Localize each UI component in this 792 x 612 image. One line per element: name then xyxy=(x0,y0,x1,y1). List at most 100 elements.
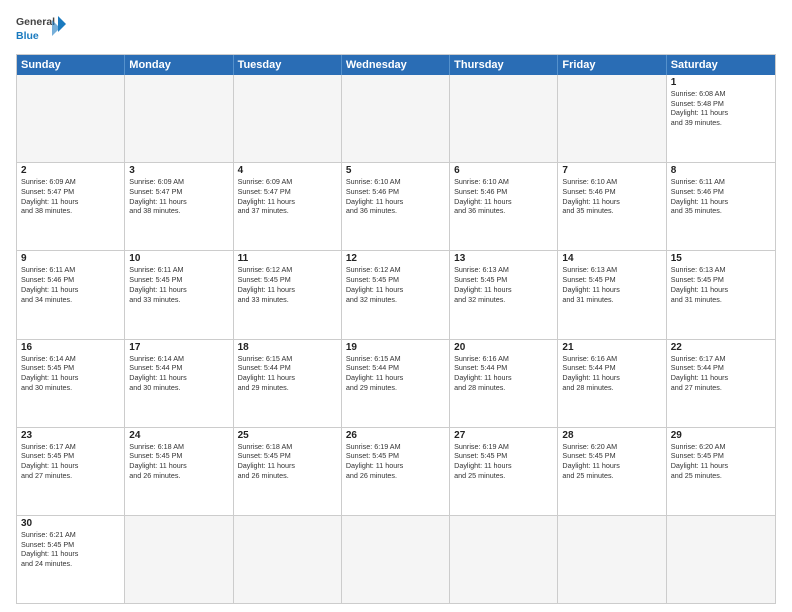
calendar-cell: 19Sunrise: 6:15 AM Sunset: 5:44 PM Dayli… xyxy=(342,340,450,427)
calendar-cell: 21Sunrise: 6:16 AM Sunset: 5:44 PM Dayli… xyxy=(558,340,666,427)
cell-info: Sunrise: 6:18 AM Sunset: 5:45 PM Dayligh… xyxy=(129,442,228,481)
cell-day-number: 17 xyxy=(129,342,228,353)
cell-info: Sunrise: 6:10 AM Sunset: 5:46 PM Dayligh… xyxy=(346,177,445,216)
cell-day-number: 21 xyxy=(562,342,661,353)
calendar-row-4: 23Sunrise: 6:17 AM Sunset: 5:45 PM Dayli… xyxy=(17,427,775,515)
cell-day-number: 14 xyxy=(562,253,661,264)
calendar-cell: 20Sunrise: 6:16 AM Sunset: 5:44 PM Dayli… xyxy=(450,340,558,427)
cell-info: Sunrise: 6:17 AM Sunset: 5:44 PM Dayligh… xyxy=(671,354,771,393)
calendar-row-0: 1Sunrise: 6:08 AM Sunset: 5:48 PM Daylig… xyxy=(17,75,775,162)
calendar-cell xyxy=(125,516,233,603)
cell-info: Sunrise: 6:09 AM Sunset: 5:47 PM Dayligh… xyxy=(129,177,228,216)
cell-day-number: 7 xyxy=(562,165,661,176)
cell-day-number: 5 xyxy=(346,165,445,176)
calendar-cell xyxy=(342,516,450,603)
calendar-cell xyxy=(234,75,342,162)
calendar-cell: 3Sunrise: 6:09 AM Sunset: 5:47 PM Daylig… xyxy=(125,163,233,250)
cell-day-number: 9 xyxy=(21,253,120,264)
calendar-cell: 8Sunrise: 6:11 AM Sunset: 5:46 PM Daylig… xyxy=(667,163,775,250)
cell-info: Sunrise: 6:16 AM Sunset: 5:44 PM Dayligh… xyxy=(454,354,553,393)
cell-info: Sunrise: 6:08 AM Sunset: 5:48 PM Dayligh… xyxy=(671,89,771,128)
cell-info: Sunrise: 6:10 AM Sunset: 5:46 PM Dayligh… xyxy=(562,177,661,216)
day-header-monday: Monday xyxy=(125,55,233,75)
cell-info: Sunrise: 6:21 AM Sunset: 5:45 PM Dayligh… xyxy=(21,530,120,569)
calendar-cell: 24Sunrise: 6:18 AM Sunset: 5:45 PM Dayli… xyxy=(125,428,233,515)
calendar-cell: 5Sunrise: 6:10 AM Sunset: 5:46 PM Daylig… xyxy=(342,163,450,250)
calendar-cell: 23Sunrise: 6:17 AM Sunset: 5:45 PM Dayli… xyxy=(17,428,125,515)
cell-day-number: 1 xyxy=(671,77,771,88)
cell-day-number: 30 xyxy=(21,518,120,529)
cell-info: Sunrise: 6:17 AM Sunset: 5:45 PM Dayligh… xyxy=(21,442,120,481)
cell-day-number: 12 xyxy=(346,253,445,264)
cell-info: Sunrise: 6:09 AM Sunset: 5:47 PM Dayligh… xyxy=(21,177,120,216)
cell-day-number: 4 xyxy=(238,165,337,176)
cell-info: Sunrise: 6:13 AM Sunset: 5:45 PM Dayligh… xyxy=(671,265,771,304)
cell-info: Sunrise: 6:20 AM Sunset: 5:45 PM Dayligh… xyxy=(562,442,661,481)
calendar-row-3: 16Sunrise: 6:14 AM Sunset: 5:45 PM Dayli… xyxy=(17,339,775,427)
cell-day-number: 19 xyxy=(346,342,445,353)
calendar-cell xyxy=(234,516,342,603)
calendar-cell: 22Sunrise: 6:17 AM Sunset: 5:44 PM Dayli… xyxy=(667,340,775,427)
calendar-cell xyxy=(450,516,558,603)
generalblue-logo-icon: General Blue xyxy=(16,12,68,48)
cell-info: Sunrise: 6:12 AM Sunset: 5:45 PM Dayligh… xyxy=(238,265,337,304)
day-header-saturday: Saturday xyxy=(667,55,775,75)
calendar-cell: 10Sunrise: 6:11 AM Sunset: 5:45 PM Dayli… xyxy=(125,251,233,338)
header: General Blue xyxy=(16,12,776,48)
cell-info: Sunrise: 6:16 AM Sunset: 5:44 PM Dayligh… xyxy=(562,354,661,393)
page: General Blue SundayMondayTuesdayWednesda… xyxy=(0,0,792,612)
cell-day-number: 28 xyxy=(562,430,661,441)
cell-info: Sunrise: 6:19 AM Sunset: 5:45 PM Dayligh… xyxy=(346,442,445,481)
cell-day-number: 2 xyxy=(21,165,120,176)
calendar-cell: 11Sunrise: 6:12 AM Sunset: 5:45 PM Dayli… xyxy=(234,251,342,338)
cell-day-number: 8 xyxy=(671,165,771,176)
calendar-row-1: 2Sunrise: 6:09 AM Sunset: 5:47 PM Daylig… xyxy=(17,162,775,250)
cell-info: Sunrise: 6:15 AM Sunset: 5:44 PM Dayligh… xyxy=(346,354,445,393)
cell-day-number: 25 xyxy=(238,430,337,441)
calendar-cell: 9Sunrise: 6:11 AM Sunset: 5:46 PM Daylig… xyxy=(17,251,125,338)
cell-info: Sunrise: 6:11 AM Sunset: 5:46 PM Dayligh… xyxy=(671,177,771,216)
cell-info: Sunrise: 6:12 AM Sunset: 5:45 PM Dayligh… xyxy=(346,265,445,304)
calendar-row-5: 30Sunrise: 6:21 AM Sunset: 5:45 PM Dayli… xyxy=(17,515,775,603)
day-header-thursday: Thursday xyxy=(450,55,558,75)
day-header-sunday: Sunday xyxy=(17,55,125,75)
cell-day-number: 24 xyxy=(129,430,228,441)
calendar-cell: 1Sunrise: 6:08 AM Sunset: 5:48 PM Daylig… xyxy=(667,75,775,162)
calendar-cell xyxy=(342,75,450,162)
calendar-cell: 27Sunrise: 6:19 AM Sunset: 5:45 PM Dayli… xyxy=(450,428,558,515)
calendar-cell: 28Sunrise: 6:20 AM Sunset: 5:45 PM Dayli… xyxy=(558,428,666,515)
cell-day-number: 18 xyxy=(238,342,337,353)
cell-day-number: 13 xyxy=(454,253,553,264)
cell-day-number: 20 xyxy=(454,342,553,353)
cell-info: Sunrise: 6:09 AM Sunset: 5:47 PM Dayligh… xyxy=(238,177,337,216)
cell-day-number: 29 xyxy=(671,430,771,441)
calendar-cell: 14Sunrise: 6:13 AM Sunset: 5:45 PM Dayli… xyxy=(558,251,666,338)
cell-info: Sunrise: 6:18 AM Sunset: 5:45 PM Dayligh… xyxy=(238,442,337,481)
calendar: SundayMondayTuesdayWednesdayThursdayFrid… xyxy=(16,54,776,604)
calendar-cell: 30Sunrise: 6:21 AM Sunset: 5:45 PM Dayli… xyxy=(17,516,125,603)
calendar-body: 1Sunrise: 6:08 AM Sunset: 5:48 PM Daylig… xyxy=(17,75,775,603)
cell-day-number: 23 xyxy=(21,430,120,441)
cell-info: Sunrise: 6:10 AM Sunset: 5:46 PM Dayligh… xyxy=(454,177,553,216)
cell-day-number: 16 xyxy=(21,342,120,353)
calendar-cell xyxy=(558,516,666,603)
calendar-cell: 13Sunrise: 6:13 AM Sunset: 5:45 PM Dayli… xyxy=(450,251,558,338)
svg-text:Blue: Blue xyxy=(16,30,39,42)
day-header-wednesday: Wednesday xyxy=(342,55,450,75)
cell-info: Sunrise: 6:14 AM Sunset: 5:44 PM Dayligh… xyxy=(129,354,228,393)
calendar-cell: 4Sunrise: 6:09 AM Sunset: 5:47 PM Daylig… xyxy=(234,163,342,250)
calendar-cell: 12Sunrise: 6:12 AM Sunset: 5:45 PM Dayli… xyxy=(342,251,450,338)
cell-info: Sunrise: 6:14 AM Sunset: 5:45 PM Dayligh… xyxy=(21,354,120,393)
calendar-cell: 18Sunrise: 6:15 AM Sunset: 5:44 PM Dayli… xyxy=(234,340,342,427)
cell-day-number: 27 xyxy=(454,430,553,441)
calendar-cell: 17Sunrise: 6:14 AM Sunset: 5:44 PM Dayli… xyxy=(125,340,233,427)
calendar-cell: 16Sunrise: 6:14 AM Sunset: 5:45 PM Dayli… xyxy=(17,340,125,427)
cell-info: Sunrise: 6:11 AM Sunset: 5:46 PM Dayligh… xyxy=(21,265,120,304)
calendar-cell: 2Sunrise: 6:09 AM Sunset: 5:47 PM Daylig… xyxy=(17,163,125,250)
calendar-row-2: 9Sunrise: 6:11 AM Sunset: 5:46 PM Daylig… xyxy=(17,250,775,338)
day-header-friday: Friday xyxy=(558,55,666,75)
calendar-cell: 25Sunrise: 6:18 AM Sunset: 5:45 PM Dayli… xyxy=(234,428,342,515)
day-header-tuesday: Tuesday xyxy=(234,55,342,75)
calendar-cell: 15Sunrise: 6:13 AM Sunset: 5:45 PM Dayli… xyxy=(667,251,775,338)
cell-info: Sunrise: 6:19 AM Sunset: 5:45 PM Dayligh… xyxy=(454,442,553,481)
